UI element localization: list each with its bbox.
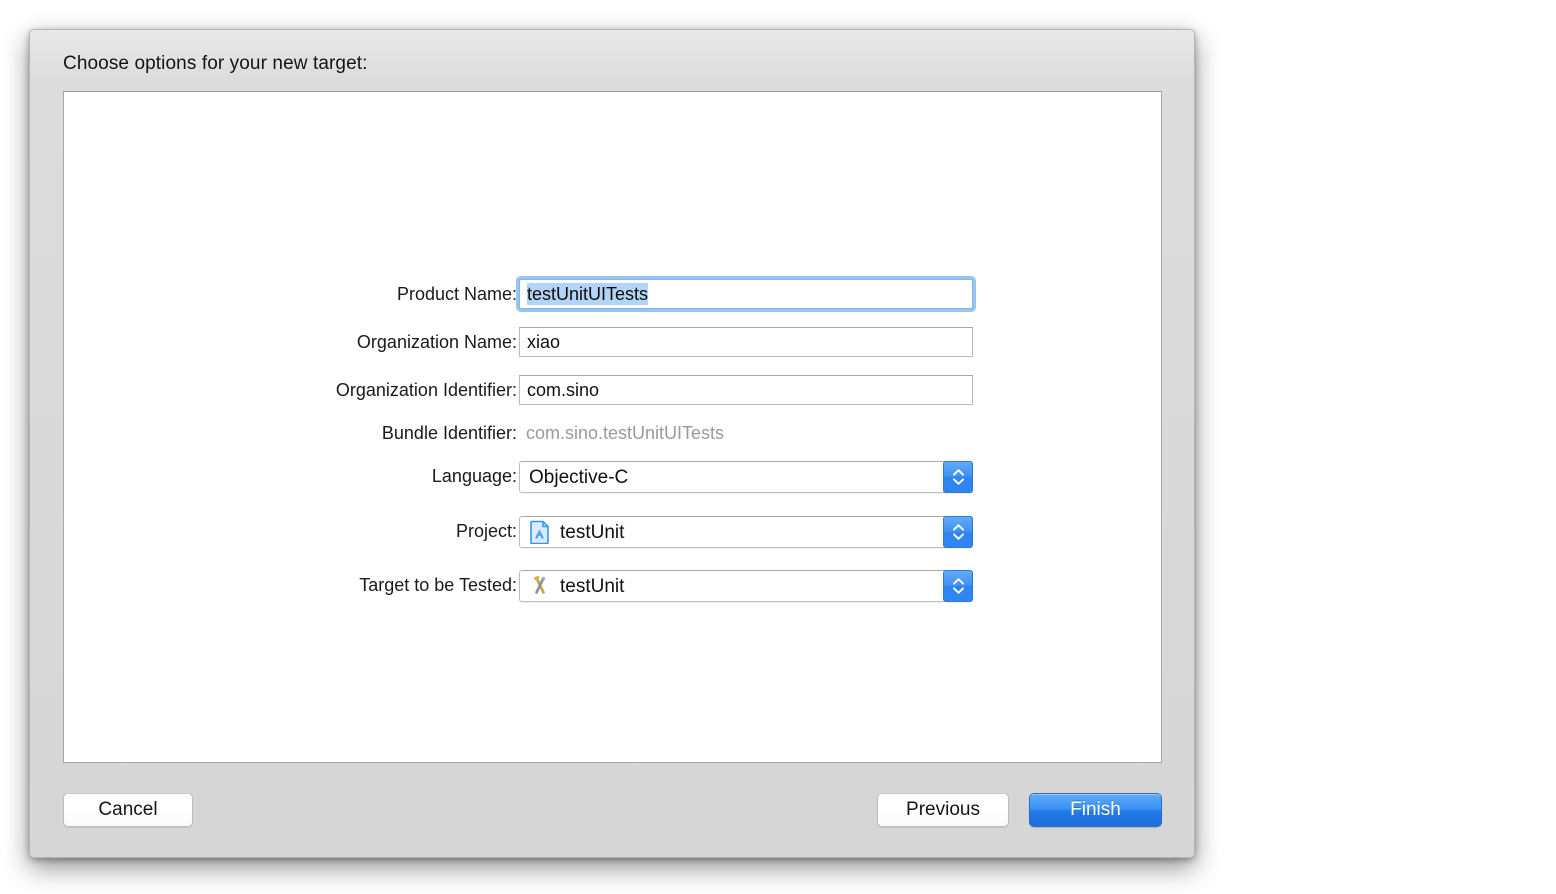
screen: Choose options for your new target: Prod… xyxy=(0,0,1556,894)
chevron-down-icon xyxy=(953,533,964,540)
form-row: Organization Name: xiao xyxy=(64,327,1161,357)
field-control: xiao xyxy=(519,327,973,357)
form-row: Target to be Tested: testUnit xyxy=(64,570,1161,600)
organizationname-input[interactable]: xiao xyxy=(519,327,973,357)
popup-stepper-arrows[interactable] xyxy=(943,570,973,602)
form-row: Organization Identifier: com.sino xyxy=(64,375,1161,405)
field-label: Organization Name: xyxy=(97,327,517,357)
field-control: testUnit xyxy=(519,570,973,602)
form-row: Bundle Identifier:com.sino.testUnitUITes… xyxy=(64,418,1161,448)
chevron-up-icon xyxy=(953,578,964,585)
chevron-up-icon xyxy=(953,524,964,531)
cancel-button[interactable]: Cancel xyxy=(63,793,193,827)
field-label: Product Name: xyxy=(97,279,517,309)
popup-selected-value: testUnit xyxy=(560,577,624,596)
new-target-options-dialog: Choose options for your new target: Prod… xyxy=(29,29,1195,858)
xcode-app-target-icon xyxy=(529,574,551,598)
dialog-title: Choose options for your new target: xyxy=(63,53,368,75)
popup-stepper-arrows[interactable] xyxy=(943,461,973,493)
popup-selected-value: testUnit xyxy=(560,523,624,542)
productname-input[interactable]: testUnitUITests xyxy=(519,279,973,309)
finish-button[interactable]: Finish xyxy=(1029,793,1162,827)
form-row: Product Name: testUnitUITests xyxy=(64,279,1161,309)
field-control: com.sino xyxy=(519,375,973,405)
field-control: Objective-C xyxy=(519,461,973,493)
chevron-down-icon xyxy=(953,478,964,485)
field-value: xiao xyxy=(527,332,560,352)
popup-stepper-arrows[interactable] xyxy=(943,516,973,548)
selected-text: testUnitUITests xyxy=(527,283,648,305)
field-label: Organization Identifier: xyxy=(97,375,517,405)
previous-button[interactable]: Previous xyxy=(877,793,1009,827)
organizationidentifier-input[interactable]: com.sino xyxy=(519,375,973,405)
language-popup-button[interactable]: Objective-C xyxy=(519,461,973,493)
field-label: Language: xyxy=(97,461,517,491)
field-label: Project: xyxy=(97,516,517,546)
field-value: com.sino xyxy=(527,380,599,400)
options-content-panel: Product Name: testUnitUITests Organization… xyxy=(63,91,1162,763)
targettobetested-popup-button[interactable]: testUnit xyxy=(519,570,973,602)
field-label: Bundle Identifier: xyxy=(97,418,517,448)
chevron-up-icon xyxy=(953,469,964,476)
chevron-down-icon xyxy=(953,587,964,594)
field-label: Target to be Tested: xyxy=(97,570,517,600)
popup-selected-value: Objective-C xyxy=(529,468,628,487)
field-control: com.sino.testUnitUITests xyxy=(519,418,724,448)
field-control: testUnit xyxy=(519,516,973,548)
form-row: Project: testUnit xyxy=(64,516,1161,546)
project-popup-button[interactable]: testUnit xyxy=(519,516,973,548)
field-control: testUnitUITests xyxy=(519,279,973,309)
form-row: Language: Objective-C xyxy=(64,461,1161,491)
xcode-project-document-icon xyxy=(529,520,551,544)
bundle-identifier-value: com.sino.testUnitUITests xyxy=(519,418,724,448)
